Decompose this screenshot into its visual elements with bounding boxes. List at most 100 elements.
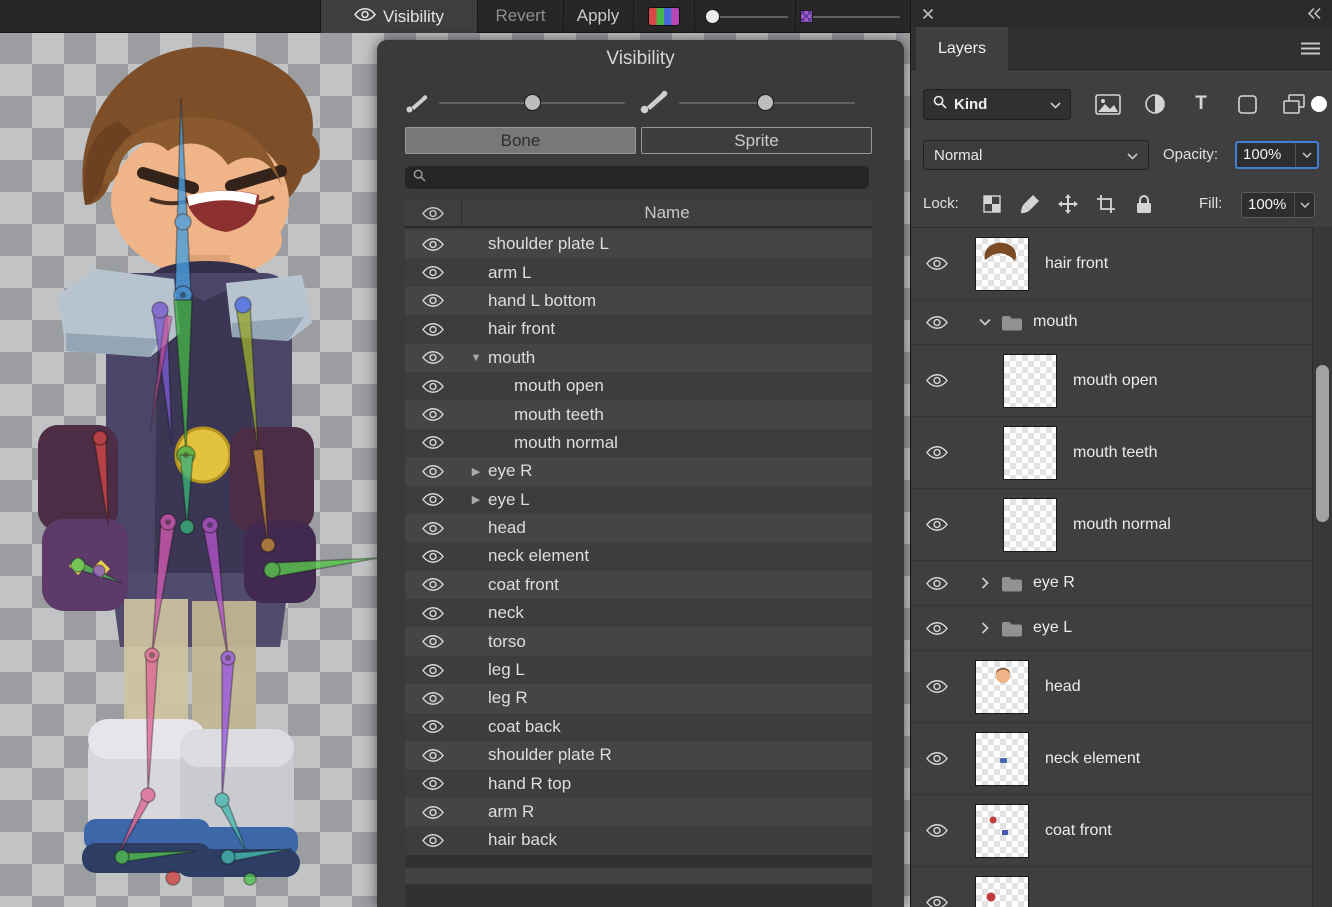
eye-visibility-toggle-icon[interactable]	[405, 350, 461, 365]
eye-visibility-toggle-icon[interactable]	[405, 322, 461, 337]
lock-artboard-icon[interactable]	[1087, 194, 1125, 214]
eye-visibility-toggle-icon[interactable]	[405, 435, 461, 450]
eye-visibility-toggle-icon[interactable]	[911, 256, 963, 271]
eye-visibility-toggle-icon[interactable]	[405, 776, 461, 791]
layer-name-label[interactable]: eye L	[1033, 619, 1072, 637]
lock-image-pixels-brush-icon[interactable]	[1011, 194, 1049, 214]
expand-arrow-icon[interactable]: ▶	[467, 493, 485, 506]
layer-thumbnail[interactable]	[975, 876, 1029, 907]
layer-thumbnail[interactable]	[975, 660, 1029, 714]
layer-row[interactable]: hair front	[911, 228, 1312, 300]
layer-thumbnail[interactable]	[1003, 498, 1057, 552]
visibility-search-input[interactable]	[432, 170, 861, 186]
layer-name-label[interactable]: mouth teeth	[1073, 444, 1158, 462]
eye-visibility-toggle-icon[interactable]	[911, 823, 963, 838]
eye-visibility-toggle-icon[interactable]	[405, 464, 461, 479]
visibility-row[interactable]: coat back	[405, 713, 872, 741]
visibility-row[interactable]: ▶eye R	[405, 457, 872, 485]
eye-visibility-toggle-icon[interactable]	[405, 407, 461, 422]
eye-visibility-toggle-icon[interactable]	[911, 679, 963, 694]
shape-layer-filter-icon[interactable]	[1233, 94, 1263, 115]
tab-sprite[interactable]: Sprite	[641, 127, 872, 154]
layer-name-label[interactable]: hair front	[1045, 255, 1108, 273]
kind-filter-dropdown[interactable]: Kind	[923, 89, 1071, 120]
visibility-row[interactable]: torso	[405, 627, 872, 655]
expand-group-icon[interactable]	[977, 577, 993, 589]
opacity-value[interactable]: 100%	[1237, 143, 1295, 167]
visibility-row[interactable]: ▼mouth	[405, 344, 872, 372]
layer-row[interactable]: neck element	[911, 723, 1312, 795]
eye-visibility-toggle-icon[interactable]	[911, 576, 963, 591]
lock-all-padlock-icon[interactable]	[1125, 194, 1163, 214]
eye-visibility-toggle-icon[interactable]	[911, 895, 963, 907]
blend-mode-dropdown[interactable]: Normal	[923, 140, 1149, 170]
collapse-group-icon[interactable]	[977, 318, 993, 326]
eye-visibility-toggle-icon[interactable]	[405, 293, 461, 308]
fill-control[interactable]: 100%	[1241, 192, 1315, 218]
eye-visibility-toggle-icon[interactable]	[405, 549, 461, 564]
layer-thumbnail[interactable]	[975, 804, 1029, 858]
collapse-arrow-icon[interactable]: ▼	[467, 352, 485, 364]
layer-name-label[interactable]: eye R	[1033, 574, 1075, 592]
panel-menu-icon[interactable]	[1301, 42, 1320, 60]
adjustment-layer-filter-icon[interactable]	[1140, 93, 1170, 115]
visibility-row[interactable]: arm L	[405, 258, 872, 286]
layer-name-label[interactable]: coat front	[1045, 822, 1112, 840]
pixel-layer-filter-icon[interactable]	[1093, 94, 1123, 115]
eye-visibility-toggle-icon[interactable]	[405, 748, 461, 763]
visibility-row[interactable]: hair back	[405, 826, 872, 854]
bone-size-slider-knob[interactable]	[524, 94, 541, 111]
visibility-row[interactable]: head	[405, 514, 872, 542]
bone-opacity-slider-knob[interactable]	[705, 9, 720, 24]
eye-visibility-toggle-icon[interactable]	[911, 315, 963, 330]
eye-visibility-toggle-icon[interactable]	[911, 445, 963, 460]
visibility-row[interactable]: leg L	[405, 656, 872, 684]
visibility-row[interactable]: ▶eye L	[405, 486, 872, 514]
eye-visibility-toggle-icon[interactable]	[405, 805, 461, 820]
visibility-row[interactable]: mouth normal	[405, 429, 872, 457]
tab-layers[interactable]: Layers	[916, 27, 1008, 70]
eye-visibility-toggle-icon[interactable]	[405, 719, 461, 734]
eye-visibility-toggle-icon[interactable]	[405, 521, 461, 536]
visibility-row[interactable]: neck element	[405, 542, 872, 570]
smart-object-filter-icon[interactable]	[1279, 94, 1309, 114]
layer-name-label[interactable]: mouth normal	[1073, 516, 1171, 534]
apply-button[interactable]: Apply	[563, 0, 633, 33]
layer-thumbnail[interactable]	[975, 237, 1029, 291]
eye-visibility-toggle-icon[interactable]	[405, 379, 461, 394]
visibility-row[interactable]: arm R	[405, 798, 872, 826]
tab-bone[interactable]: Bone	[405, 127, 636, 154]
bone-scale-slider-knob[interactable]	[757, 94, 774, 111]
eye-visibility-toggle-icon[interactable]	[911, 373, 963, 388]
chevron-down-icon[interactable]	[1295, 143, 1317, 167]
visibility-row[interactable]: shoulder plate L	[405, 230, 872, 258]
type-layer-filter-icon[interactable]: T	[1186, 93, 1216, 115]
collapse-panel-icon[interactable]	[1305, 6, 1323, 26]
layer-row[interactable]: mouth teeth	[911, 417, 1312, 489]
sprite-opacity-slider-knob[interactable]	[800, 10, 813, 23]
layer-row[interactable]	[911, 867, 1312, 907]
layer-group-row[interactable]: eye L	[911, 606, 1312, 651]
expand-arrow-icon[interactable]: ▶	[467, 465, 485, 478]
lock-transparent-pixels-icon[interactable]	[973, 195, 1011, 213]
eye-visibility-toggle-icon[interactable]	[405, 237, 461, 252]
eye-visibility-toggle-icon[interactable]	[405, 492, 461, 507]
scroll-dot[interactable]	[1311, 96, 1327, 112]
lock-position-move-icon[interactable]	[1049, 193, 1087, 215]
layer-thumbnail[interactable]	[1003, 426, 1057, 480]
layer-group-row[interactable]: mouth	[911, 300, 1312, 345]
close-icon[interactable]	[922, 7, 934, 25]
layer-row[interactable]: mouth normal	[911, 489, 1312, 561]
visibility-row[interactable]: mouth open	[405, 372, 872, 400]
opacity-control[interactable]: 100%	[1235, 141, 1319, 169]
sprite-opacity-slider-track[interactable]	[802, 16, 900, 18]
fill-value[interactable]: 100%	[1242, 193, 1294, 217]
expand-group-icon[interactable]	[977, 622, 993, 634]
visibility-row[interactable]: mouth teeth	[405, 400, 872, 428]
eye-visibility-toggle-icon[interactable]	[405, 833, 461, 848]
visibility-row[interactable]: hand R top	[405, 769, 872, 797]
eye-visibility-toggle-icon[interactable]	[911, 751, 963, 766]
scrollbar-thumb[interactable]	[1316, 365, 1329, 522]
eye-visibility-toggle-icon[interactable]	[911, 621, 963, 636]
layer-name-label[interactable]: head	[1045, 678, 1081, 696]
